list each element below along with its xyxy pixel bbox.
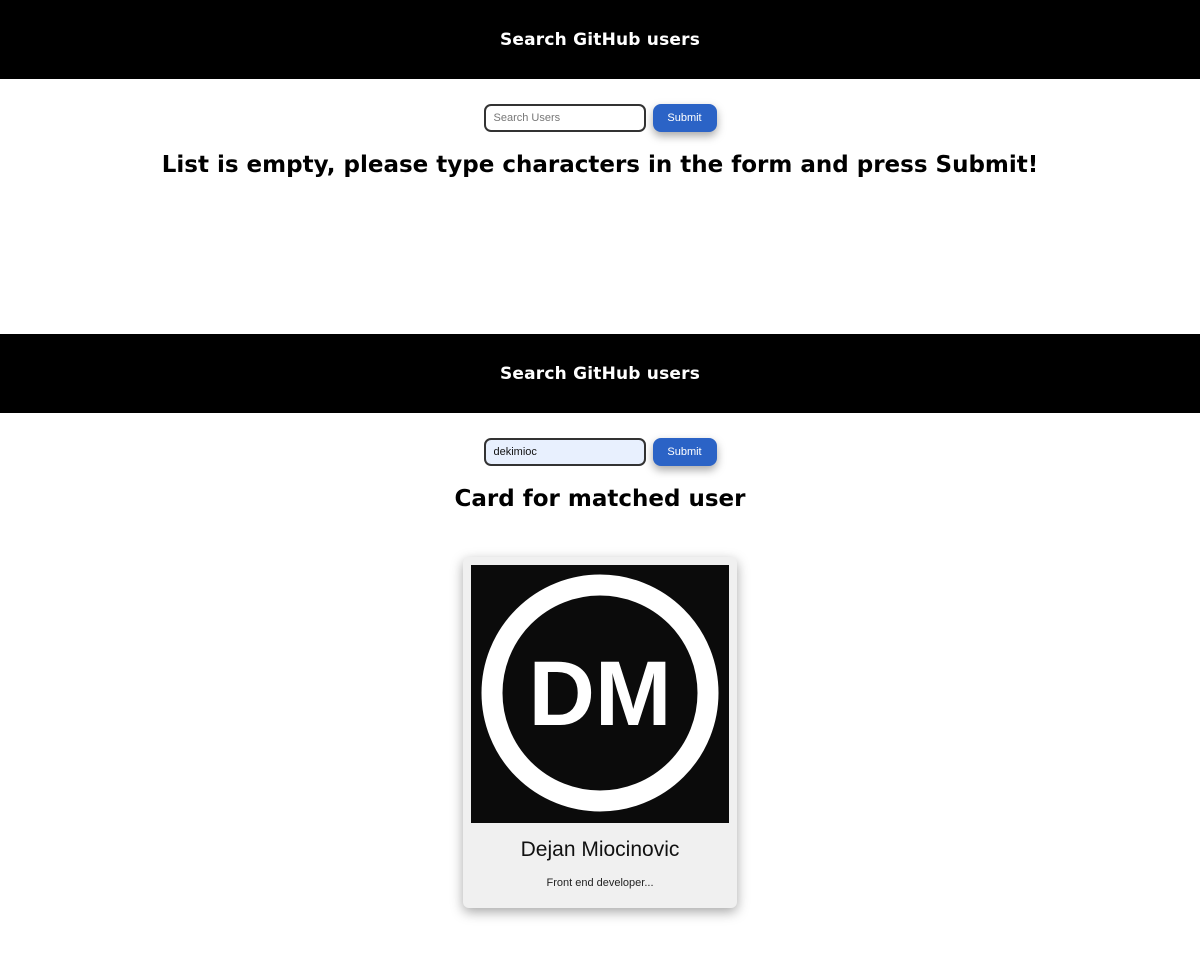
app-header: Search GitHub users xyxy=(0,334,1200,413)
submit-button[interactable]: Submit xyxy=(652,104,717,132)
app-header: Search GitHub users xyxy=(0,0,1200,79)
search-form: Submit xyxy=(0,438,1200,466)
search-input[interactable] xyxy=(483,104,646,132)
app-title: Search GitHub users xyxy=(499,29,701,50)
user-bio: Front end developer... xyxy=(546,877,654,889)
app-title: Search GitHub users xyxy=(499,363,701,384)
avatar-initials: DM xyxy=(528,643,671,745)
result-heading: Card for matched user xyxy=(454,486,746,512)
search-input[interactable] xyxy=(483,438,646,466)
user-card[interactable]: DM Dejan Miocinovic Front end developer.… xyxy=(463,557,737,908)
submit-button[interactable]: Submit xyxy=(652,438,717,466)
app-screen-empty: Search GitHub users Submit List is empty… xyxy=(0,0,1200,334)
empty-list-message: List is empty, please type characters in… xyxy=(161,152,1039,178)
search-form: Submit xyxy=(0,104,1200,132)
app-screen-result: Search GitHub users Submit Card for matc… xyxy=(0,334,1200,971)
user-name: Dejan Miocinovic xyxy=(520,838,680,861)
avatar-logo-icon: DM xyxy=(471,565,729,823)
avatar: DM xyxy=(471,565,729,823)
